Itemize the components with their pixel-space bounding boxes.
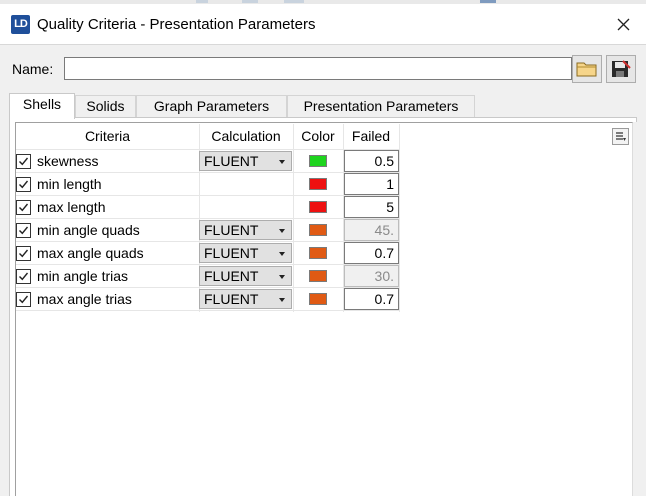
- vertical-scrollbar[interactable]: [633, 122, 646, 496]
- name-input[interactable]: [64, 57, 572, 80]
- table-row: skewness FLUENT 0.5: [16, 150, 399, 173]
- color-swatch[interactable]: [309, 155, 327, 167]
- table-row: max angle quads FLUENT 0.7: [16, 242, 399, 265]
- row-checkbox[interactable]: [16, 200, 31, 215]
- calculation-dropdown[interactable]: FLUENT: [199, 151, 292, 171]
- failed-threshold-input[interactable]: 0.7: [344, 288, 399, 310]
- window-title: Quality Criteria - Presentation Paramete…: [37, 16, 316, 33]
- row-checkbox[interactable]: [16, 246, 31, 261]
- check-icon: [19, 295, 29, 304]
- name-label: Name:: [12, 61, 54, 77]
- criteria-label: max length: [37, 199, 106, 215]
- color-swatch[interactable]: [309, 293, 327, 305]
- header-failed: Failed: [351, 128, 391, 144]
- chevron-down-icon: [279, 229, 285, 233]
- calculation-dropdown[interactable]: FLUENT: [199, 266, 292, 286]
- color-swatch[interactable]: [309, 270, 327, 282]
- criteria-label: max angle quads: [37, 245, 144, 261]
- tab-shells[interactable]: Shells: [9, 93, 75, 119]
- row-checkbox[interactable]: [16, 269, 31, 284]
- tab-solids[interactable]: Solids: [75, 95, 136, 117]
- table-row: min angle quads FLUENT 45.: [16, 219, 399, 242]
- criteria-label: min angle trias: [37, 268, 129, 284]
- close-icon: [617, 18, 630, 31]
- column-menu-icon: [616, 132, 626, 141]
- tab-presentation-parameters[interactable]: Presentation Parameters: [287, 95, 475, 117]
- calculation-dropdown[interactable]: FLUENT: [199, 289, 292, 309]
- color-swatch[interactable]: [309, 201, 327, 213]
- calculation-value: FLUENT: [204, 245, 259, 261]
- color-swatch[interactable]: [309, 178, 327, 190]
- table-row: min angle trias FLUENT 30.: [16, 265, 399, 288]
- tab-graph-parameters[interactable]: Graph Parameters: [136, 95, 287, 117]
- calculation-value: FLUENT: [204, 291, 259, 307]
- check-icon: [19, 272, 29, 281]
- row-checkbox[interactable]: [16, 223, 31, 238]
- criteria-label: skewness: [37, 153, 99, 169]
- chevron-down-icon: [279, 298, 285, 302]
- calculation-value: FLUENT: [204, 222, 259, 238]
- criteria-label: min length: [37, 176, 102, 192]
- open-button[interactable]: [572, 55, 602, 83]
- chevron-down-icon: [279, 160, 285, 164]
- chevron-down-icon: [279, 275, 285, 279]
- app-icon: LD: [11, 15, 30, 34]
- chevron-down-icon: [279, 252, 285, 256]
- failed-threshold-input[interactable]: 0.5: [344, 150, 399, 172]
- color-swatch[interactable]: [309, 224, 327, 236]
- header-criteria: Criteria: [84, 128, 131, 144]
- check-icon: [19, 203, 29, 212]
- row-divider: [16, 310, 399, 311]
- row-checkbox[interactable]: [16, 154, 31, 169]
- failed-threshold-input: 45.: [344, 219, 399, 241]
- row-checkbox[interactable]: [16, 292, 31, 307]
- failed-threshold-input[interactable]: 1: [344, 173, 399, 195]
- check-icon: [19, 226, 29, 235]
- calculation-value: FLUENT: [204, 153, 259, 169]
- save-icon: [612, 60, 631, 77]
- table-row: min length 1: [16, 173, 399, 196]
- table-row: max angle trias FLUENT 0.7: [16, 288, 399, 311]
- calculation-value: FLUENT: [204, 268, 259, 284]
- close-button[interactable]: [600, 4, 646, 44]
- row-checkbox[interactable]: [16, 177, 31, 192]
- header-calculation: Calculation: [211, 128, 281, 144]
- check-icon: [19, 180, 29, 189]
- column-menu-button[interactable]: [612, 128, 629, 145]
- failed-threshold-input[interactable]: 0.7: [344, 242, 399, 264]
- failed-threshold-input[interactable]: 5: [344, 196, 399, 218]
- table-row: max length 5: [16, 196, 399, 219]
- criteria-label: max angle trias: [37, 291, 132, 307]
- save-button[interactable]: [606, 55, 636, 83]
- check-icon: [19, 249, 29, 258]
- calculation-dropdown[interactable]: FLUENT: [199, 220, 292, 240]
- folder-icon: [576, 62, 597, 77]
- title-bar: LD Quality Criteria - Presentation Param…: [0, 4, 646, 45]
- criteria-label: min angle quads: [37, 222, 140, 238]
- color-swatch[interactable]: [309, 247, 327, 259]
- quality-criteria-window: LD Quality Criteria - Presentation Param…: [0, 0, 646, 496]
- calculation-dropdown[interactable]: FLUENT: [199, 243, 292, 263]
- failed-threshold-input: 30.: [344, 265, 399, 287]
- check-icon: [19, 157, 29, 166]
- header-color: Color: [301, 128, 335, 144]
